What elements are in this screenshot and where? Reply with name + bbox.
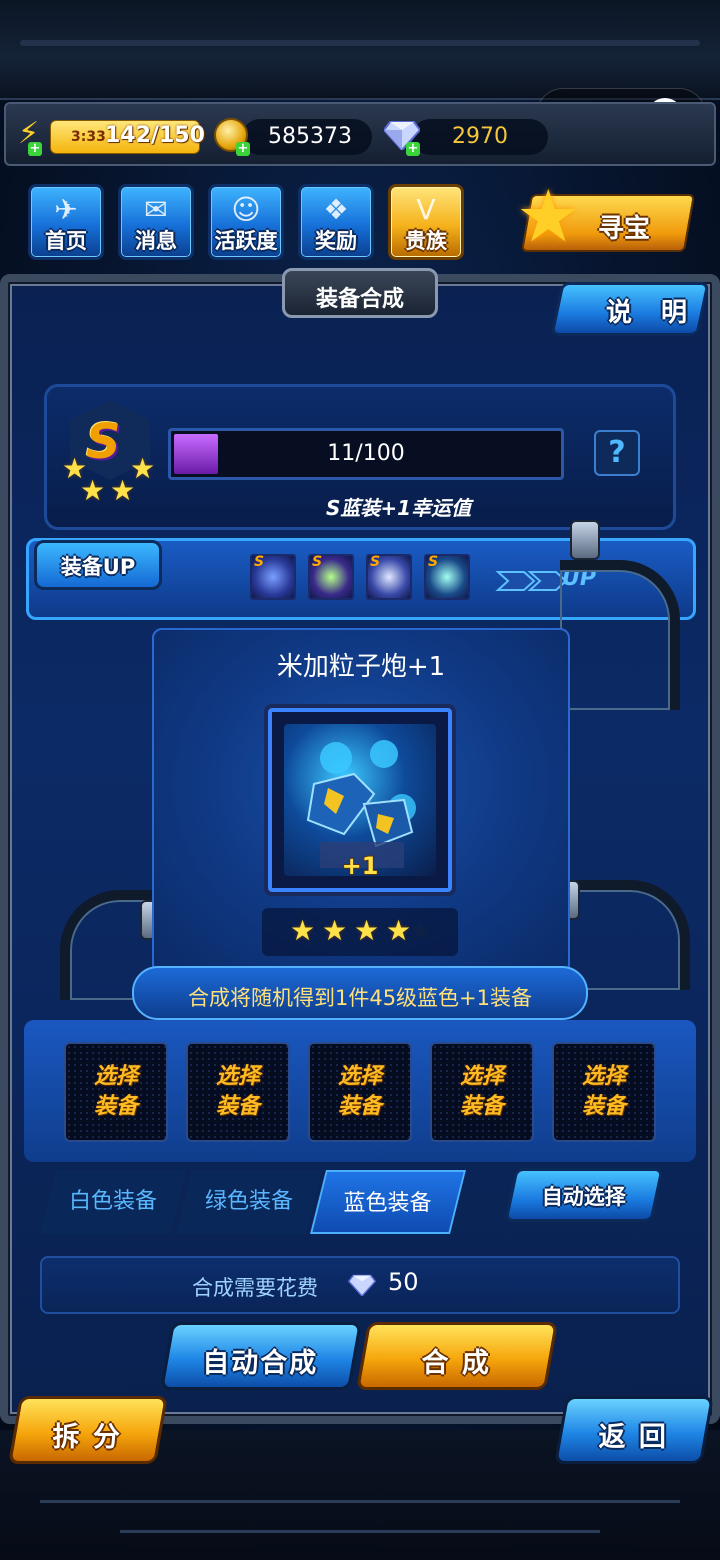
noble-v-icon: V	[416, 193, 436, 226]
luck-progress-text: 11/100	[327, 441, 405, 466]
rating-star-icon: ★	[354, 914, 380, 947]
quality-tabs: 白色装备 绿色装备 蓝色装备	[40, 1170, 500, 1236]
up-equipment-grade: S	[428, 554, 439, 570]
equipment-rating: ★ ★ ★ ★ ★	[262, 908, 458, 956]
slot-label: 选择 装备	[459, 1064, 504, 1119]
material-slot[interactable]: 选择 装备	[552, 1042, 656, 1142]
luck-progress-bar: 11/100	[168, 428, 564, 480]
nav-activity-label: 活跃度	[214, 229, 278, 253]
slot-label: 选择 装备	[337, 1064, 382, 1119]
energy-timer: 3:33	[71, 129, 106, 145]
gift-icon: ❖	[323, 193, 349, 226]
material-slot[interactable]: 选择 装备	[186, 1042, 290, 1142]
grade-letter: S	[86, 414, 121, 470]
synthesis-hint: 合成将随机得到1件45级蓝色+1装备	[187, 986, 533, 1010]
panel-title-tab: 装备合成	[282, 268, 438, 318]
back-label: 返 回	[598, 1422, 668, 1453]
add-energy-icon[interactable]: +	[28, 142, 42, 156]
slot-label: 选择 装备	[215, 1064, 260, 1119]
equipment-up-label: 装备UP	[60, 555, 136, 579]
pipe-decoration	[560, 560, 680, 710]
auto-select-button[interactable]: 自动选择	[504, 1168, 664, 1222]
up-equipment-thumb[interactable]: S	[366, 554, 412, 600]
synthesis-hint-band: 合成将随机得到1件45级蓝色+1装备	[132, 966, 588, 1020]
nav-noble-button[interactable]: V 贵族	[388, 184, 464, 260]
treasure-hunt-label: 寻宝	[598, 214, 651, 244]
pipe-coupler	[570, 520, 600, 560]
frame-line	[40, 1500, 680, 1503]
luck-note: S蓝装+1幸运值	[326, 496, 472, 520]
tab-green-equipment[interactable]: 绿色装备	[176, 1170, 322, 1234]
mail-icon: ✉	[144, 193, 168, 226]
equipment-icon-frame[interactable]: +1	[264, 704, 456, 896]
luck-help-button[interactable]: ?	[594, 430, 640, 476]
nav-home-label: 首页	[45, 229, 87, 253]
up-equipment-grade: S	[312, 554, 323, 570]
grade-star-icon: ★	[110, 474, 136, 507]
back-button[interactable]: 返 回	[554, 1396, 714, 1464]
cost-label: 合成需要花费	[192, 1276, 318, 1300]
rating-star-icon: ★	[290, 914, 316, 947]
nav-messages-button[interactable]: ✉ 消息	[118, 184, 194, 260]
treasure-star-icon: ★	[516, 174, 581, 258]
auto-select-label: 自动选择	[541, 1185, 626, 1209]
merge-button[interactable]: 合 成	[356, 1322, 558, 1390]
equipment-name: 米加粒子炮+1	[276, 652, 446, 682]
auto-merge-button[interactable]: 自动合成	[160, 1322, 362, 1390]
smile-icon: ☺	[231, 193, 261, 226]
slot-label: 选择 装备	[581, 1064, 626, 1119]
tab-blue-equipment[interactable]: 蓝色装备	[310, 1170, 466, 1234]
material-slot[interactable]: 选择 装备	[64, 1042, 168, 1142]
up-equipment-grade: S	[254, 554, 265, 570]
split-label: 拆 分	[52, 1422, 122, 1453]
split-button[interactable]: 拆 分	[8, 1396, 168, 1464]
up-equipment-thumb[interactable]: S	[424, 554, 470, 600]
resource-bar: ⚡ + 3:33 142/150 + 585373 + 2970	[4, 102, 716, 166]
nav-noble-label: 贵族	[405, 229, 447, 253]
help-label: 说 明	[606, 298, 698, 328]
tab-white-equipment[interactable]: 白色装备	[40, 1170, 186, 1234]
home-icon: ✈	[54, 193, 78, 226]
energy-pill: 3:33 142/150	[50, 120, 205, 154]
up-equipment-grade: S	[370, 554, 381, 570]
add-coin-icon[interactable]: +	[236, 142, 250, 156]
energy-value: 142/150	[105, 123, 205, 148]
top-frame	[0, 0, 720, 100]
up-equipment-thumb[interactable]: S	[308, 554, 354, 600]
rating-star-empty-icon: ★	[408, 914, 434, 947]
page-title: 装备合成	[315, 287, 404, 312]
material-slot[interactable]: 选择 装备	[308, 1042, 412, 1142]
nav-rewards-button[interactable]: ❖ 奖励	[298, 184, 374, 260]
nav-messages-label: 消息	[135, 229, 177, 253]
up-equipment-thumb[interactable]: S	[250, 554, 296, 600]
diamond-icon	[348, 1274, 376, 1296]
rating-star-icon: ★	[322, 914, 348, 947]
merge-label: 合 成	[421, 1348, 491, 1379]
equipment-plus-level: +1	[341, 852, 379, 880]
nav-home-button[interactable]: ✈ 首页	[28, 184, 104, 260]
frame-rail	[20, 40, 700, 46]
auto-merge-label: 自动合成	[202, 1348, 319, 1379]
equipment-up-tag[interactable]: 装备UP	[34, 540, 162, 590]
gem-value: 2970	[452, 124, 508, 149]
material-slot[interactable]: 选择 装备	[430, 1042, 534, 1142]
add-gem-icon[interactable]: +	[406, 142, 420, 156]
nav-rewards-label: 奖励	[315, 229, 357, 253]
grade-star-icon: ★	[80, 474, 106, 507]
frame-line	[120, 1530, 600, 1533]
slot-label: 选择 装备	[93, 1064, 138, 1119]
cost-value: 50	[388, 1268, 419, 1296]
nav-activity-button[interactable]: ☺ 活跃度	[208, 184, 284, 260]
coin-value: 585373	[268, 124, 352, 149]
